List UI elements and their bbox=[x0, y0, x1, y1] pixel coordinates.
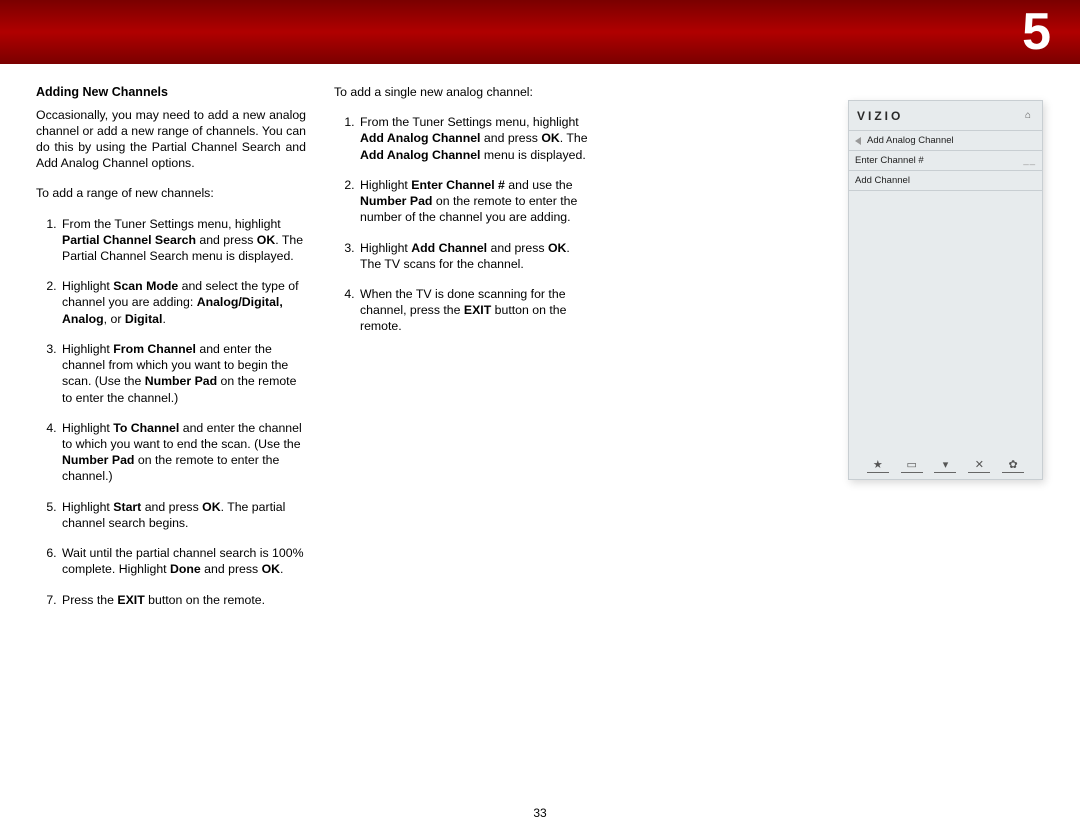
step-item: Highlight To Channel and enter the chann… bbox=[60, 420, 306, 485]
step-item: Press the EXIT button on the remote. bbox=[60, 592, 306, 608]
steps-list-left: From the Tuner Settings menu, highlight … bbox=[36, 216, 306, 608]
step-item: From the Tuner Settings menu, highlight … bbox=[60, 216, 306, 265]
osd-header: VIZIO ⌂ bbox=[849, 101, 1042, 131]
osd-footer-icon: ▾ bbox=[934, 458, 956, 473]
step-item: When the TV is done scanning for the cha… bbox=[358, 286, 592, 335]
osd-footer-icon: ✿ bbox=[1002, 458, 1024, 473]
osd-footer-icons: ★ ▭ ▾ ✕ ✿ bbox=[849, 458, 1042, 473]
steps-list-right: From the Tuner Settings menu, highlight … bbox=[334, 114, 592, 334]
osd-row-label: Add Channel bbox=[855, 175, 910, 186]
page-number: 33 bbox=[0, 806, 1080, 820]
step-item: Highlight Start and press OK. The partia… bbox=[60, 499, 306, 531]
osd-row-value: __ bbox=[1023, 155, 1036, 166]
step-item: Highlight Enter Channel # and use the Nu… bbox=[358, 177, 592, 226]
header-band: 5 bbox=[0, 0, 1080, 64]
osd-breadcrumb-label: Add Analog Channel bbox=[867, 135, 954, 146]
osd-row-enter-channel: Enter Channel # __ bbox=[849, 151, 1042, 171]
column-left: Adding New Channels Occasionally, you ma… bbox=[36, 84, 306, 622]
osd-footer-icon: ▭ bbox=[901, 458, 923, 473]
column-right: To add a single new analog channel: From… bbox=[334, 84, 592, 622]
step-item: Highlight From Channel and enter the cha… bbox=[60, 341, 306, 406]
step-item: Wait until the partial channel search is… bbox=[60, 545, 306, 577]
osd-brand: VIZIO bbox=[857, 109, 903, 123]
step-item: Highlight Add Channel and press OK. The … bbox=[358, 240, 592, 272]
osd-footer-icon: ★ bbox=[867, 458, 889, 473]
lead-text-right: To add a single new analog channel: bbox=[334, 84, 592, 100]
step-item: From the Tuner Settings menu, highlight … bbox=[358, 114, 592, 163]
intro-paragraph: Occasionally, you may need to add a new … bbox=[36, 107, 306, 172]
osd-panel: VIZIO ⌂ Add Analog Channel Enter Channel… bbox=[848, 100, 1043, 480]
osd-breadcrumb: Add Analog Channel bbox=[849, 131, 1042, 151]
osd-row-label: Enter Channel # bbox=[855, 155, 924, 166]
section-heading: Adding New Channels bbox=[36, 84, 306, 101]
back-icon bbox=[855, 137, 861, 145]
lead-text-left: To add a range of new channels: bbox=[36, 185, 306, 201]
osd-row-add-channel: Add Channel bbox=[849, 171, 1042, 191]
osd-footer-icon: ✕ bbox=[968, 458, 990, 473]
step-item: Highlight Scan Mode and select the type … bbox=[60, 278, 306, 327]
section-number: 5 bbox=[1022, 0, 1052, 64]
home-icon: ⌂ bbox=[1025, 110, 1034, 121]
